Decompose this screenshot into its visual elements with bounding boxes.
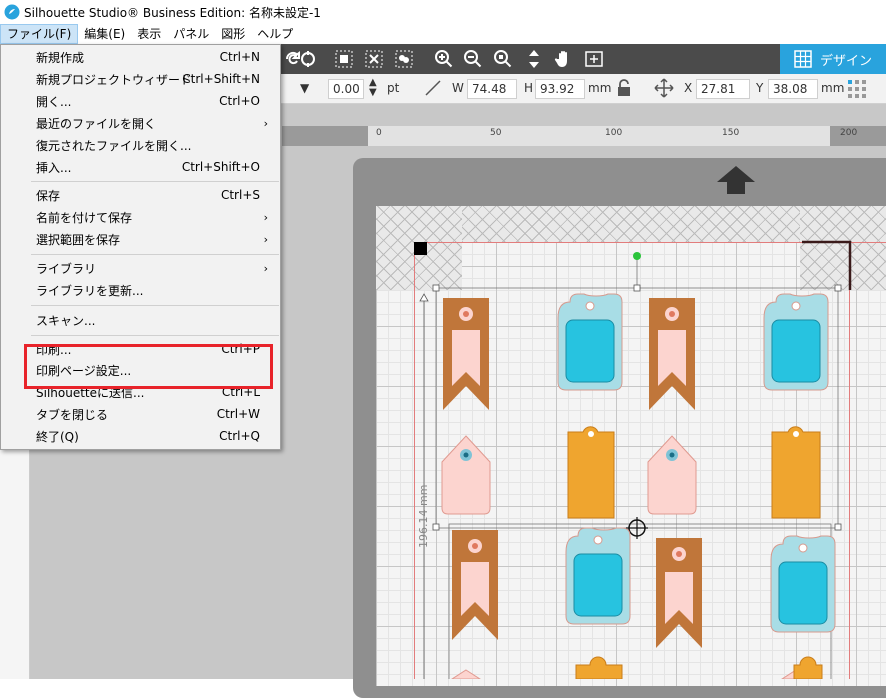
- fit-page-icon[interactable]: [523, 48, 545, 70]
- gift-tag[interactable]: [451, 669, 481, 679]
- rectangle-tag[interactable]: [567, 426, 615, 519]
- menu-item-update-library[interactable]: ライブラリを更新...: [1, 279, 280, 301]
- diagonal-size-icon: [423, 78, 443, 101]
- menu-bar: ファイル(F) 編集(E) 表示 パネル 図形 ヘルプ: [0, 24, 886, 44]
- silhouette-logo-icon: [4, 4, 20, 20]
- menu-edit[interactable]: 編集(E): [78, 24, 131, 44]
- grid-icon: [794, 50, 812, 68]
- y-position-input[interactable]: 38.08: [768, 79, 818, 99]
- tab-design[interactable]: デザイン: [780, 44, 886, 74]
- menu-item-exit[interactable]: 終了(Q) Ctrl+Q: [1, 425, 280, 447]
- ungroup-icon[interactable]: [363, 48, 385, 70]
- scalloped-tag[interactable]: [770, 535, 836, 633]
- zoom-selection-icon[interactable]: [492, 48, 514, 70]
- menu-item-open[interactable]: 開く... Ctrl+O: [1, 90, 280, 112]
- height-dimension-label: 196.14 mm: [417, 484, 430, 548]
- top-hatch: [462, 206, 800, 242]
- menu-item-new-project-wizard[interactable]: 新規プロジェクトウィザード Ctrl+Shift+N: [1, 68, 280, 90]
- menu-item-save-selection[interactable]: 選択範囲を保存 ›: [1, 228, 280, 250]
- ruler-tick-label: 200: [840, 128, 858, 138]
- menu-file[interactable]: ファイル(F): [0, 24, 79, 44]
- gift-tag[interactable]: [441, 435, 491, 515]
- ruler-tick-label: 0: [376, 128, 382, 138]
- menu-item-close-tab[interactable]: タブを閉じる Ctrl+W: [1, 403, 280, 425]
- x-position-input[interactable]: 27.81: [696, 79, 750, 99]
- rectangle-tag[interactable]: [771, 426, 821, 519]
- title-bar: Silhouette Studio® Business Edition: 名称未…: [0, 0, 886, 24]
- ruler-tick-label: 150: [722, 128, 740, 138]
- lock-aspect-icon[interactable]: [615, 78, 633, 101]
- ruler-page-range: [368, 126, 830, 146]
- menu-item-scan[interactable]: スキャン...: [1, 309, 280, 331]
- pan-hand-icon[interactable]: [553, 48, 575, 70]
- width-input[interactable]: 74.48: [467, 79, 517, 99]
- menu-item-library[interactable]: ライブラリ ›: [1, 257, 280, 279]
- menu-item-save-as[interactable]: 名前を付けて保存 ›: [1, 206, 280, 228]
- compound-path-icon[interactable]: [393, 48, 415, 70]
- menu-item-new[interactable]: 新規作成 Ctrl+N: [1, 46, 280, 68]
- menu-separator: [31, 254, 279, 255]
- menu-separator: [31, 181, 279, 182]
- rectangle-tag[interactable]: [793, 656, 823, 679]
- rotate-handle[interactable]: [633, 252, 641, 260]
- window-title: Silhouette Studio® Business Edition: 名称未…: [24, 5, 321, 20]
- bookmark-tag[interactable]: [649, 298, 695, 410]
- bookmark-tag[interactable]: [452, 530, 498, 640]
- width-label: W: [452, 81, 464, 95]
- x-label: X: [684, 81, 693, 95]
- gift-tag[interactable]: [647, 435, 697, 515]
- line-width-input[interactable]: 0.00: [328, 79, 364, 99]
- scalloped-tag[interactable]: [565, 527, 631, 625]
- bookmark-tag[interactable]: [656, 538, 702, 648]
- line-width-stepper-icon[interactable]: ▲ ▼: [369, 78, 377, 98]
- ruler-tick-label: 50: [490, 128, 502, 138]
- menu-view[interactable]: 表示: [131, 24, 167, 44]
- anchor-grid-icon[interactable]: [847, 79, 867, 102]
- height-label: H: [524, 81, 534, 95]
- height-input[interactable]: 93.92: [535, 79, 585, 99]
- scalloped-tag[interactable]: [763, 293, 829, 391]
- bookmark-tag[interactable]: [443, 298, 489, 410]
- menu-item-open-recovered[interactable]: 復元されたファイルを開く...: [1, 134, 280, 156]
- size-unit-label: mm: [588, 81, 612, 95]
- scalloped-tag[interactable]: [557, 293, 623, 391]
- submenu-chevron-icon: ›: [263, 261, 268, 275]
- menu-item-save[interactable]: 保存 Ctrl+S: [1, 184, 280, 206]
- highlight-box: [24, 344, 273, 389]
- design-canvas[interactable]: [414, 250, 886, 679]
- page-view-icon[interactable]: [583, 48, 605, 70]
- menu-separator: [31, 305, 279, 306]
- ruler-tick-label: 100: [605, 128, 623, 138]
- replicate-icon[interactable]: [297, 48, 319, 70]
- y-label: Y: [756, 81, 764, 95]
- menu-shape[interactable]: 図形: [215, 24, 251, 44]
- menu-item-insert[interactable]: 挿入... Ctrl+Shift+O: [1, 156, 280, 178]
- menu-help[interactable]: ヘルプ: [251, 24, 299, 44]
- file-menu-dropdown: 新規作成 Ctrl+N 新規プロジェクトウィザード Ctrl+Shift+N 開…: [0, 44, 281, 450]
- tab-design-label: デザイン: [819, 53, 872, 69]
- submenu-chevron-icon: ›: [263, 116, 268, 130]
- zoom-out-icon[interactable]: [462, 48, 484, 70]
- submenu-chevron-icon: ›: [263, 210, 268, 224]
- menu-item-open-recent[interactable]: 最近のファイルを開く ›: [1, 112, 280, 134]
- feed-direction-arrow-icon: [717, 166, 755, 194]
- group-icon[interactable]: [333, 48, 355, 70]
- pos-unit-label: mm: [821, 81, 845, 95]
- menu-separator: [31, 335, 279, 336]
- move-icon: [654, 78, 674, 101]
- submenu-chevron-icon: ›: [263, 232, 268, 246]
- zoom-in-icon[interactable]: [433, 48, 455, 70]
- line-unit-label: pt: [387, 81, 400, 95]
- line-style-dropdown-icon[interactable]: ▼: [300, 81, 309, 95]
- menu-panel[interactable]: パネル: [167, 24, 215, 44]
- rectangle-tag[interactable]: [575, 656, 623, 679]
